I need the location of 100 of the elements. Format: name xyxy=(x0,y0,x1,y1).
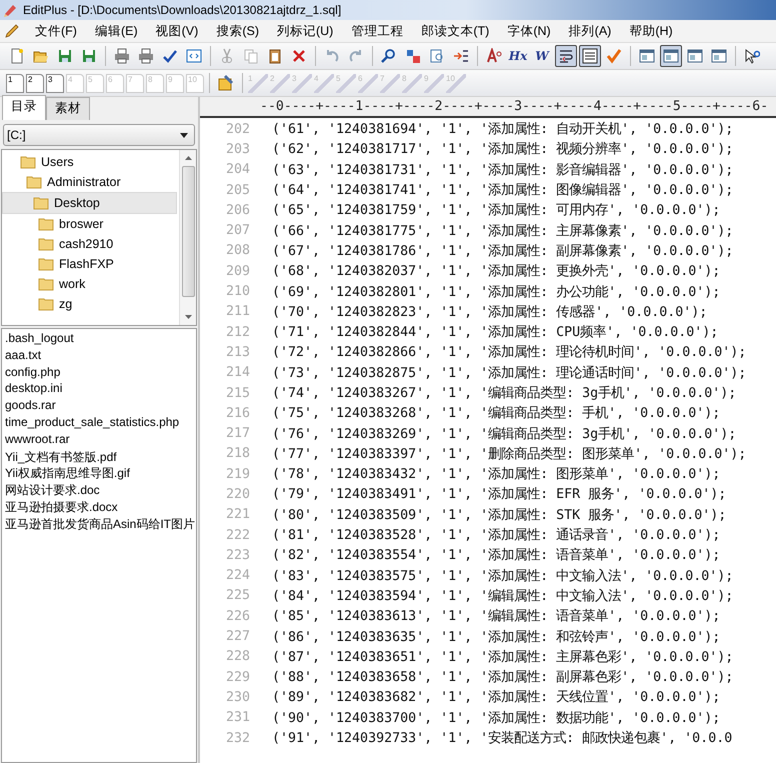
file-item[interactable]: wwwroot.rar xyxy=(5,432,193,449)
line-number: 230 xyxy=(224,690,250,705)
folder-item[interactable]: Desktop xyxy=(2,192,177,214)
toolbar-button[interactable]: Hx xyxy=(507,45,529,67)
line-number: 211 xyxy=(224,304,250,320)
sidebar-tab[interactable]: 目录 xyxy=(2,95,46,120)
code-line: ('64', '1240381741', '1', '添加属性: 图像编辑器', '0.0.0.0'); xyxy=(272,182,734,200)
toolbar-button[interactable] xyxy=(579,45,601,67)
browser-icon xyxy=(186,48,202,64)
file-item[interactable]: goods.rar xyxy=(5,398,193,415)
line-number: 223 xyxy=(224,548,250,563)
save-all-icon xyxy=(81,48,97,64)
line-number: 232 xyxy=(224,730,250,746)
redo-icon xyxy=(348,48,364,64)
toolbar-button[interactable] xyxy=(660,45,682,67)
menu-item[interactable]: 搜索(S) xyxy=(207,22,268,40)
file-item[interactable]: config.php xyxy=(5,364,193,382)
line-number: 203 xyxy=(224,142,250,157)
menu-item[interactable]: 帮助(H) xyxy=(620,22,682,40)
tool-settings-icon[interactable] xyxy=(217,74,235,92)
cut-icon xyxy=(219,48,235,64)
font-icon xyxy=(486,48,502,64)
menu-item[interactable]: 编辑(E) xyxy=(86,22,147,40)
code-line: ('81', '1240383528', '1', '添加属性: 通话录音', '0.0.0.0'); xyxy=(272,526,720,544)
scrollbar[interactable] xyxy=(179,150,196,325)
folder-item[interactable]: zg xyxy=(2,294,177,314)
code-line: ('74', '1240383267', '1', '编辑商品类型: 3g手机', '0.0.0.0'); xyxy=(272,384,736,402)
code-line: ('61', '1240381694', '1', '添加属性: 自动开关机', '0.0.0.0'); xyxy=(272,120,734,138)
folder-icon xyxy=(38,217,54,231)
line-number: 207 xyxy=(224,223,250,238)
copy-icon xyxy=(243,48,259,64)
pencil-icon xyxy=(4,23,20,39)
menu-item[interactable]: 字体(N) xyxy=(498,22,560,40)
word-wrap-icon xyxy=(558,48,574,64)
window-icon xyxy=(687,48,703,64)
line-number: 212 xyxy=(224,324,250,340)
code-line: ('75', '1240383268', '1', '编辑商品类型: 手机', '0.0.0.0'); xyxy=(272,404,720,422)
spellcheck-icon xyxy=(162,48,178,64)
code-line: ('67', '1240381786', '1', '添加属性: 副屏幕像素', '0.0.0.0'); xyxy=(272,242,734,260)
menu-item[interactable]: 排列(A) xyxy=(560,22,620,40)
code-line: ('66', '1240381775', '1', '添加属性: 主屏幕像素', '0.0.0.0'); xyxy=(272,222,734,240)
code-line: ('89', '1240383682', '1', '添加属性: 天线位置', '0.0.0.0'); xyxy=(272,688,720,706)
code-line: ('78', '1240383432', '1', '添加属性: 图形菜单', '0.0.0.0'); xyxy=(272,466,720,484)
window-title: EditPlus - [D:\Documents\Downloads\20130821ajtdrz_1.sql] xyxy=(23,3,342,17)
document-button[interactable]: 3 xyxy=(46,74,64,92)
toolbar-button[interactable] xyxy=(555,45,577,67)
code-line: ('72', '1240382866', '1', '添加属性: 理论待机时间', '0.0.0.0'); xyxy=(272,344,746,362)
dropdown-arrow-icon xyxy=(180,132,188,138)
code-line: ('91', '1240392733', '1', '安装配送方式: 邮政快递包裹', '0.0.0 xyxy=(272,730,732,748)
file-item[interactable]: 亚马逊首批发货商品Asin码给IT图片 xyxy=(5,516,193,533)
toolbar-button[interactable]: W xyxy=(531,45,553,67)
goto-line-icon xyxy=(453,48,469,64)
file-item[interactable]: aaa.txt xyxy=(5,348,193,365)
line-number: 224 xyxy=(224,568,250,584)
drive-dropdown[interactable]: [C:] xyxy=(3,124,195,146)
file-item[interactable]: 网站设计要求.doc xyxy=(5,482,193,499)
folder-item[interactable]: Users xyxy=(2,152,177,172)
menu-item[interactable]: 郎读文本(T) xyxy=(412,22,498,40)
file-item[interactable]: time_product_sale_statistics.php xyxy=(5,414,193,432)
column-ruler: --0----+----1----+----2----+----3----+----4----+----5----+----6- xyxy=(200,97,776,118)
folder-icon xyxy=(38,237,54,251)
undo-icon xyxy=(324,48,340,64)
file-item[interactable]: 亚马逊拍摄要求.docx xyxy=(5,498,193,516)
code-line: ('79', '1240383491', '1', '添加属性: EFR 服务', '0.0.0.0'); xyxy=(272,486,726,504)
delete-icon xyxy=(291,48,307,64)
file-item[interactable]: Yii权威指南思维导图.gif xyxy=(5,465,193,482)
menu-item[interactable]: 视图(V) xyxy=(146,22,208,40)
window-icon xyxy=(711,48,727,64)
scroll-up-icon[interactable] xyxy=(184,156,192,160)
line-number: 217 xyxy=(224,426,250,442)
file-item[interactable]: Yii_文档有书签版.pdf xyxy=(5,448,193,466)
sidebar-tab[interactable]: 素材 xyxy=(46,97,90,120)
folder-item[interactable]: work xyxy=(2,274,177,294)
code-line: ('71', '1240382844', '1', '添加属性: CPU频率', '0.0.0.0'); xyxy=(272,324,718,342)
folder-item[interactable]: broswer xyxy=(2,214,177,234)
folder-icon xyxy=(38,277,54,291)
line-number: 227 xyxy=(224,629,250,644)
folder-item[interactable]: Administrator xyxy=(2,172,177,192)
code-line: ('70', '1240382823', '1', '添加属性: 传感器', '0.0.0.0'); xyxy=(272,304,708,321)
code-line: ('77', '1240383397', '1', '删除商品类型: 图形菜单', '0.0.0.0'); xyxy=(272,446,746,463)
line-number: 202 xyxy=(224,122,250,137)
document-button[interactable]: 2 xyxy=(26,74,44,92)
line-number: 228 xyxy=(224,649,250,664)
document-button[interactable]: 1 xyxy=(6,74,24,92)
code-line: ('82', '1240383554', '1', '添加属性: 语音菜单', '0.0.0.0'); xyxy=(272,546,720,564)
menu-item[interactable]: 列标记(U) xyxy=(268,22,342,40)
menu-item[interactable]: 管理工程 xyxy=(342,22,412,40)
file-item[interactable]: .bash_logout xyxy=(5,331,193,348)
help-icon xyxy=(744,48,760,64)
menu-item[interactable]: 文件(F) xyxy=(26,22,86,40)
folder-icon xyxy=(20,155,36,169)
line-number: 209 xyxy=(224,264,250,279)
folder-item[interactable]: FlashFXP xyxy=(2,254,177,274)
line-number: 215 xyxy=(224,386,250,400)
folder-item[interactable]: cash2910 xyxy=(2,234,177,254)
line-number: 229 xyxy=(224,670,250,685)
line-number: 213 xyxy=(224,344,250,360)
scroll-down-icon[interactable] xyxy=(184,315,192,319)
checkmark-icon xyxy=(606,48,622,64)
file-item[interactable]: desktop.ini xyxy=(5,381,193,398)
